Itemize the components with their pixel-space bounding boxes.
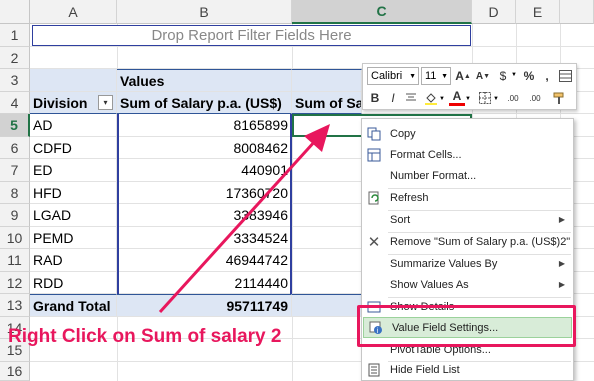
context-menu: Copy Format Cells... Number Format... Re… [361, 118, 574, 381]
font-dropdown-icon: ▼ [409, 72, 416, 80]
menu-item-format-cells[interactable]: Format Cells... [362, 144, 573, 165]
decrease-decimal-label: .00 [529, 93, 541, 103]
menu-item-label: PivotTable Options... [390, 343, 491, 356]
value-field-settings-icon: i [368, 320, 384, 336]
borders-dropdown-icon[interactable]: ▼ [493, 96, 499, 102]
align-center-icon[interactable] [403, 89, 419, 107]
menu-item-label: Show Values As [390, 278, 469, 291]
font-color-dropdown-icon[interactable]: ▼ [465, 96, 471, 102]
mini-toolbar: Calibri ▼ 11 ▼ A ▲ A ▼ $ ▼ % , B I ▼ A ▼ ▼ [362, 63, 577, 110]
italic-button[interactable]: I [385, 89, 401, 107]
shrink-font-label: A [475, 70, 484, 82]
menu-item-number-format[interactable]: Number Format... [362, 165, 573, 186]
menu-item-label: Format Cells... [390, 148, 462, 161]
font-color-button[interactable]: A [449, 89, 465, 106]
comma-button[interactable]: , [539, 67, 555, 85]
menu-item-remove[interactable]: ✕ Remove "Sum of Salary p.a. (US$)2" [362, 231, 573, 252]
menu-item-label: Copy [390, 127, 416, 140]
font-size-value: 11 [425, 70, 437, 82]
currency-dropdown-icon[interactable]: ▼ [511, 72, 517, 78]
italic-label: I [391, 91, 395, 105]
remove-icon: ✕ [367, 233, 381, 251]
menu-item-sort[interactable]: Sort ▶ [362, 209, 573, 230]
menu-item-value-field-settings[interactable]: i Value Field Settings... [363, 317, 572, 338]
bold-button[interactable]: B [367, 89, 383, 107]
menu-item-show-details[interactable]: Show Details [362, 296, 573, 317]
format-cells-icon [366, 147, 382, 163]
font-color-label: A [452, 89, 462, 103]
submenu-arrow-icon: ▶ [558, 259, 565, 268]
percent-label: % [523, 69, 535, 83]
menu-item-label: Number Format... [390, 169, 477, 182]
shrink-font-button[interactable]: A ▼ [475, 67, 491, 85]
menu-item-summarize-values-by[interactable]: Summarize Values By ▶ [362, 253, 573, 274]
borders-icon[interactable] [477, 89, 493, 107]
menu-item-label: Refresh [390, 191, 429, 204]
hide-field-list-icon [366, 362, 382, 378]
comma-label: , [545, 69, 549, 83]
menu-item-label: Value Field Settings... [392, 321, 499, 334]
svg-text:i: i [377, 327, 379, 335]
format-table-icon[interactable] [557, 67, 573, 85]
size-dropdown-icon: ▼ [441, 72, 448, 80]
submenu-arrow-icon: ▶ [558, 280, 565, 289]
menu-item-label: Remove "Sum of Salary p.a. (US$)2" [390, 235, 571, 248]
percent-button[interactable]: % [521, 67, 537, 85]
refresh-icon [366, 190, 382, 206]
increase-decimal-button[interactable]: .00 [503, 89, 523, 107]
grow-font-button[interactable]: A ▲ [455, 67, 471, 85]
menu-item-hide-field-list[interactable]: Hide Field List [362, 359, 573, 380]
currency-label: $ [499, 69, 507, 83]
font-name-box[interactable]: Calibri ▼ [367, 67, 419, 85]
show-details-icon [366, 299, 382, 315]
bold-label: B [370, 91, 380, 105]
submenu-arrow-icon: ▶ [558, 215, 565, 224]
menu-item-label: Show Details [390, 300, 455, 313]
font-name-value: Calibri [371, 70, 403, 82]
menu-item-pivottable-options[interactable]: PivotTable Options... [362, 339, 573, 360]
fill-color-icon[interactable] [423, 89, 439, 107]
callout-text: Right Click on Sum of salary 2 [8, 326, 282, 347]
font-size-box[interactable]: 11 ▼ [421, 67, 451, 85]
grow-font-label: A [455, 69, 464, 83]
increase-decimal-label: .00 [507, 93, 519, 103]
menu-item-refresh[interactable]: Refresh [362, 187, 573, 208]
currency-button[interactable]: $ [495, 67, 511, 85]
format-painter-icon[interactable] [551, 89, 567, 107]
fill-dropdown-icon[interactable]: ▼ [439, 96, 445, 102]
decrease-decimal-button[interactable]: .00 [525, 89, 545, 107]
menu-item-show-values-as[interactable]: Show Values As ▶ [362, 274, 573, 295]
menu-item-label: Hide Field List [390, 363, 460, 376]
menu-item-copy[interactable]: Copy [362, 123, 573, 144]
menu-item-label: Sort [390, 213, 411, 226]
copy-icon [366, 126, 382, 142]
menu-item-label: Summarize Values By [390, 257, 498, 270]
